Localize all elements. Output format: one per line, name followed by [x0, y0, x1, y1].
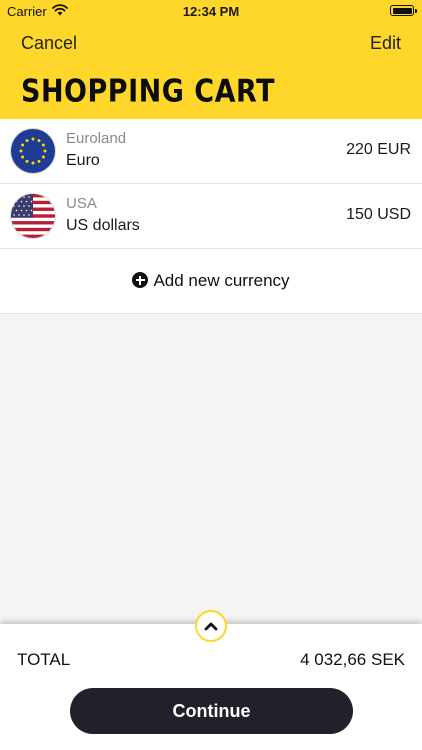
cart-footer: TOTAL 4 032,66 SEK Continue [0, 610, 422, 750]
currency-name: US dollars [66, 217, 140, 234]
eu-flag-icon [11, 129, 55, 173]
total-value: 4 032,66 SEK [300, 650, 405, 669]
us-flag-icon [11, 194, 55, 238]
status-time: 12:34 PM [182, 4, 240, 19]
page-title: SHOPPING CART [21, 74, 275, 110]
expand-button[interactable] [195, 610, 227, 642]
currency-list: Euroland Euro 220 EUR USA US dollars 150… [0, 119, 422, 314]
chevron-up-icon [204, 622, 218, 631]
total-label: TOTAL [17, 650, 71, 669]
currency-amount: 220 EUR [346, 141, 411, 158]
add-currency-label: Add new currency [153, 271, 290, 290]
status-bar: Carrier 12:34 PM [0, 0, 422, 22]
currency-row-eur[interactable]: Euroland Euro 220 EUR [0, 119, 422, 184]
plus-circle-icon [132, 272, 149, 288]
add-currency-button[interactable]: Add new currency [0, 249, 422, 314]
header: Carrier 12:34 PM Cancel Edit SHOPPING CA… [0, 0, 422, 119]
currency-region: USA [66, 195, 97, 212]
currency-name: Euro [66, 152, 100, 169]
currency-row-usd[interactable]: USA US dollars 150 USD [0, 184, 422, 249]
currency-amount: 150 USD [346, 206, 411, 223]
edit-button[interactable]: Edit [370, 33, 401, 54]
battery-icon [390, 5, 417, 16]
currency-region: Euroland [66, 130, 127, 147]
cancel-button[interactable]: Cancel [21, 33, 77, 54]
add-currency-content: Add new currency [0, 271, 422, 291]
continue-button[interactable]: Continue [70, 688, 353, 734]
